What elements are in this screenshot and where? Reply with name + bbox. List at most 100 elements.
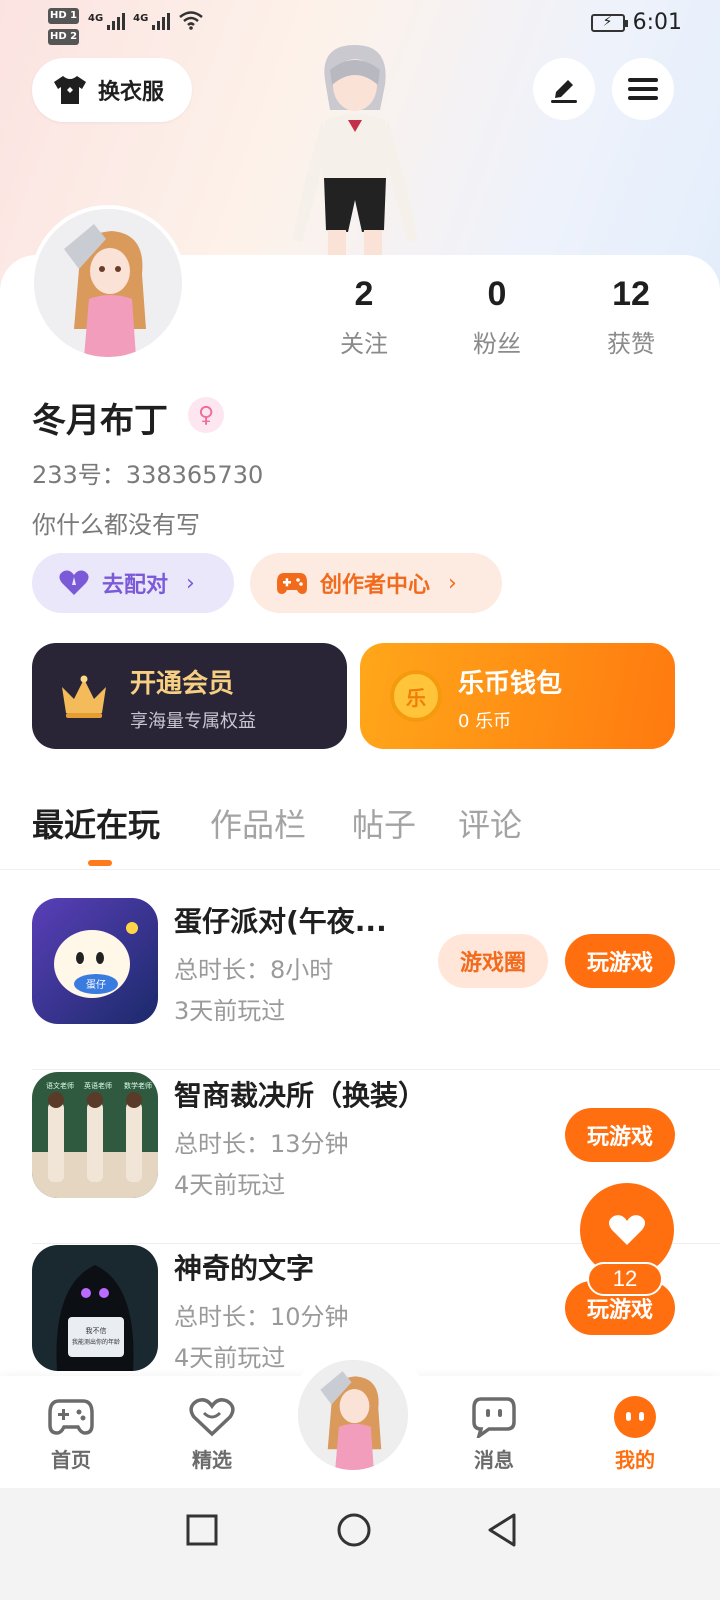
user-id[interactable]: 233号：338365730 xyxy=(32,455,263,490)
female-icon: ♀ xyxy=(188,397,224,433)
tshirt-icon xyxy=(54,76,86,104)
user-bio[interactable]: 你什么都没有写 xyxy=(32,505,200,540)
game-last-played: 4天前玩过 xyxy=(174,1344,286,1372)
game-last-played: 3天前玩过 xyxy=(174,997,286,1025)
game-title[interactable]: 神奇的文字 xyxy=(174,1247,314,1287)
stat-value: 0 xyxy=(487,275,507,313)
hd-label-2: HD 2 xyxy=(48,29,80,45)
face-icon xyxy=(614,1396,656,1438)
nav-label: 精选 xyxy=(192,1448,232,1472)
nav-label: 我的 xyxy=(615,1448,655,1472)
edit-profile-button[interactable] xyxy=(533,58,595,120)
signal-icon: 4G xyxy=(88,13,126,30)
heart-chat-icon xyxy=(189,1398,235,1437)
game-icon-magic-text[interactable]: 我不信 我能测出你的年龄 xyxy=(32,1245,158,1371)
nav-home[interactable]: 首页 xyxy=(21,1394,121,1473)
avatar-3d-figure[interactable] xyxy=(270,40,440,260)
stat-label: 粉丝 xyxy=(473,330,521,358)
username: 冬月布丁 xyxy=(32,401,168,441)
stat-following[interactable]: 2 关注 xyxy=(304,275,424,359)
tab-comments[interactable]: 评论 xyxy=(458,800,522,846)
divider xyxy=(32,1069,720,1070)
creator-center-label: 创作者中心 xyxy=(320,573,431,598)
vip-title: 开通会员 xyxy=(130,669,235,699)
tab-posts[interactable]: 帖子 xyxy=(352,800,416,846)
nav-avatar-button[interactable] xyxy=(298,1360,408,1470)
teacher-label: 英语老师 xyxy=(84,1081,112,1090)
creator-center-button[interactable]: 创作者中心 › xyxy=(250,553,502,613)
recent-apps-icon[interactable] xyxy=(186,1514,218,1546)
avatar-image xyxy=(34,209,182,357)
nav-messages[interactable]: 消息 xyxy=(444,1394,544,1473)
hd-label-1: HD 1 xyxy=(48,8,80,24)
nav-label: 消息 xyxy=(474,1448,514,1472)
nav-featured[interactable]: 精选 xyxy=(162,1394,262,1473)
game-icon-eggy-party[interactable]: 蛋仔 xyxy=(32,898,158,1024)
tab-works[interactable]: 作品栏 xyxy=(210,800,306,846)
eggy-badge-text: 蛋仔 xyxy=(86,979,106,991)
screen-text: 我不信 xyxy=(86,1326,107,1335)
message-icon xyxy=(472,1397,516,1438)
play-game-button[interactable]: 玩游戏 xyxy=(565,1108,675,1162)
stat-value: 12 xyxy=(612,275,650,313)
game-thumbnail: 语文老师 英语老师 数学老师 xyxy=(32,1072,158,1198)
game-title[interactable]: 智商裁决所（换装） xyxy=(174,1074,426,1114)
signal-indicators: 4G 4G xyxy=(88,10,204,30)
game-circle-button[interactable]: 游戏圈 xyxy=(438,934,548,988)
chevron-right-icon: › xyxy=(448,570,457,596)
game-duration: 总时长：13分钟 xyxy=(174,1130,349,1158)
network-indicators: HD 1 HD 2 xyxy=(48,6,80,48)
stat-followers[interactable]: 0 粉丝 xyxy=(437,275,557,359)
heart-icon xyxy=(608,1215,646,1245)
wallet-banner[interactable]: 乐 乐币钱包 0 乐币 xyxy=(360,643,675,749)
game-title[interactable]: 蛋仔派对(午夜... xyxy=(174,900,387,940)
stat-likes[interactable]: 12 获赞 xyxy=(571,275,691,359)
stat-value: 2 xyxy=(354,275,374,313)
status-right: ⚡ 6:01 xyxy=(590,10,682,35)
hamburger-menu-icon xyxy=(628,78,658,100)
menu-button[interactable] xyxy=(612,58,674,120)
back-icon[interactable] xyxy=(486,1512,518,1548)
system-navigation-bar xyxy=(0,1488,720,1600)
game-duration: 总时长：10分钟 xyxy=(174,1303,349,1331)
home-icon[interactable] xyxy=(336,1512,372,1548)
game-last-played: 4天前玩过 xyxy=(174,1171,286,1199)
heart-icon xyxy=(59,570,89,595)
crown-icon xyxy=(62,675,106,718)
wallet-balance: 0 乐币 xyxy=(458,711,512,732)
teacher-label: 语文老师 xyxy=(46,1081,74,1090)
game-thumbnail: 我不信 我能测出你的年龄 xyxy=(32,1245,158,1371)
clock: 6:01 xyxy=(632,10,682,35)
pencil-icon xyxy=(551,80,577,103)
change-outfit-label: 换衣服 xyxy=(98,80,165,105)
tab-recent-games[interactable]: 最近在玩 xyxy=(32,800,160,846)
coin-icon: 乐 xyxy=(390,670,442,722)
screen-text: 我能测出你的年龄 xyxy=(72,1338,120,1346)
avatar[interactable] xyxy=(30,205,186,361)
avatar-image xyxy=(298,1360,408,1470)
stat-label: 获赞 xyxy=(607,330,655,358)
gamepad-icon xyxy=(277,573,307,594)
change-outfit-button[interactable]: 换衣服 xyxy=(32,58,192,122)
wifi-icon xyxy=(179,11,204,30)
stat-label: 关注 xyxy=(340,330,388,358)
play-game-button[interactable]: 玩游戏 xyxy=(565,934,675,988)
match-button[interactable]: 去配对 › xyxy=(32,553,234,613)
game-duration: 总时长：8小时 xyxy=(174,956,334,984)
signal-label: 4G xyxy=(133,13,149,24)
gamepad-icon xyxy=(48,1399,94,1435)
match-label: 去配对 xyxy=(102,573,169,598)
signal-label: 4G xyxy=(88,13,104,24)
wallet-title: 乐币钱包 xyxy=(458,669,563,699)
signal-icon: 4G xyxy=(133,13,171,30)
list-item[interactable]: 蛋仔 蛋仔派对(午夜... 总时长：8小时 3天前玩过 游戏圈 玩游戏 xyxy=(0,898,720,1070)
game-icon-iq-court[interactable]: 语文老师 英语老师 数学老师 xyxy=(32,1072,158,1198)
vip-banner[interactable]: 开通会员 享海量专属权益 xyxy=(32,643,347,749)
like-count-badge: 12 xyxy=(587,1262,663,1296)
teacher-label: 数学老师 xyxy=(124,1081,152,1090)
active-tab-indicator xyxy=(88,860,112,866)
game-thumbnail: 蛋仔 xyxy=(32,898,158,1024)
nav-label: 首页 xyxy=(51,1448,91,1472)
nav-me[interactable]: 我的 xyxy=(585,1394,685,1473)
battery-icon: ⚡ xyxy=(590,13,628,32)
